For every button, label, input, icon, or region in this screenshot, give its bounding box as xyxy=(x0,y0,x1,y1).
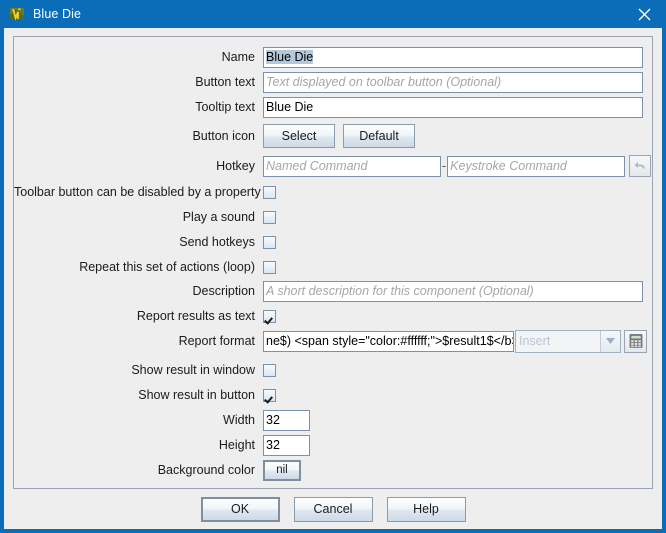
disable-by-property-checkbox[interactable] xyxy=(263,186,276,199)
close-icon[interactable] xyxy=(622,0,666,28)
label-report-format: Report format xyxy=(14,334,263,348)
report-as-text-checkbox[interactable] xyxy=(263,310,276,323)
play-sound-checkbox[interactable] xyxy=(263,211,276,224)
form-row-button-icon: Button icon Select Default xyxy=(14,124,652,148)
label-name: Name xyxy=(14,50,263,64)
hotkey-keystroke-placeholder: Keystroke Command xyxy=(450,159,567,173)
height-input[interactable]: 32 xyxy=(263,435,310,456)
hotkey-named-placeholder: Named Command xyxy=(266,159,367,173)
form-row-description: Description A short description for this… xyxy=(14,279,652,303)
width-value: 32 xyxy=(266,413,280,427)
default-icon-button[interactable]: Default xyxy=(343,124,415,148)
label-background-color: Background color xyxy=(14,463,263,477)
name-input[interactable]: Blue Die xyxy=(263,47,643,68)
label-show-result-button: Show result in button xyxy=(14,388,263,402)
app-icon xyxy=(9,6,25,22)
label-hotkey: Hotkey xyxy=(14,159,263,173)
label-disable-by-property: Toolbar button can be disabled by a prop… xyxy=(14,185,263,199)
form-row-play-sound: Play a sound xyxy=(14,205,652,229)
ok-button[interactable]: OK xyxy=(201,497,280,522)
form-row-send-hotkeys: Send hotkeys xyxy=(14,230,652,254)
background-color-button[interactable]: nil xyxy=(263,460,301,481)
show-result-window-checkbox[interactable] xyxy=(263,364,276,377)
form-row-repeat-loop: Repeat this set of actions (loop) xyxy=(14,255,652,279)
calculator-icon[interactable] xyxy=(624,330,647,353)
button-text-input[interactable]: Text displayed on toolbar button (Option… xyxy=(263,72,643,93)
form-row-show-result-window: Show result in window xyxy=(14,358,652,382)
report-format-value: ne$) <span style="color:#ffffff;">$resul… xyxy=(266,334,514,348)
form-row-disable-by-property: Toolbar button can be disabled by a prop… xyxy=(14,180,652,204)
show-result-button-checkbox[interactable] xyxy=(263,389,276,402)
form-row-show-result-button: Show result in button xyxy=(14,383,652,407)
tooltip-text-value: Blue Die xyxy=(266,100,313,114)
title-bar: Blue Die xyxy=(0,0,666,28)
width-input[interactable]: 32 xyxy=(263,410,310,431)
label-button-text: Button text xyxy=(14,75,263,89)
form-row-report-format: Report format ne$) <span style="color:#f… xyxy=(14,329,652,353)
repeat-loop-checkbox[interactable] xyxy=(263,261,276,274)
form-row-height: Height 32 xyxy=(14,433,652,457)
insert-dropdown[interactable]: Insert xyxy=(515,330,621,353)
label-description: Description xyxy=(14,284,263,298)
label-send-hotkeys: Send hotkeys xyxy=(14,235,263,249)
description-placeholder: A short description for this component (… xyxy=(266,284,534,298)
label-show-result-window: Show result in window xyxy=(14,363,263,377)
window-title: Blue Die xyxy=(33,7,81,21)
form-row-name: Name Blue Die xyxy=(14,45,652,69)
label-button-icon: Button icon xyxy=(14,129,263,143)
select-icon-button[interactable]: Select xyxy=(263,124,335,148)
label-height: Height xyxy=(14,438,263,452)
dialog-button-bar: OK Cancel Help xyxy=(4,489,662,529)
undo-icon[interactable] xyxy=(629,155,651,177)
label-report-as-text: Report results as text xyxy=(14,309,263,323)
form-row-report-as-text: Report results as text xyxy=(14,304,652,328)
tooltip-text-input[interactable]: Blue Die xyxy=(263,97,643,118)
report-format-input[interactable]: ne$) <span style="color:#ffffff;">$resul… xyxy=(263,331,514,352)
label-width: Width xyxy=(14,413,263,427)
hotkey-named-command-input[interactable]: Named Command xyxy=(263,156,441,177)
form-row-button-text: Button text Text displayed on toolbar bu… xyxy=(14,70,652,94)
insert-dropdown-value: Insert xyxy=(516,331,601,352)
cancel-button[interactable]: Cancel xyxy=(294,497,373,522)
form-row-tooltip-text: Tooltip text Blue Die xyxy=(14,95,652,119)
dialog-client: Name Blue Die Button text Text displayed… xyxy=(4,28,662,529)
description-input[interactable]: A short description for this component (… xyxy=(263,281,643,302)
help-button[interactable]: Help xyxy=(387,497,466,522)
label-play-sound: Play a sound xyxy=(14,210,263,224)
form-row-width: Width 32 xyxy=(14,408,652,432)
dialog-window: Blue Die Name Blue Die Button text xyxy=(0,0,666,533)
form-row-background-color: Background color nil xyxy=(14,458,652,482)
chevron-down-icon xyxy=(601,331,620,352)
settings-form: Name Blue Die Button text Text displayed… xyxy=(13,36,653,489)
label-repeat-loop: Repeat this set of actions (loop) xyxy=(14,260,263,274)
form-row-hotkey: Hotkey Named Command - Keystroke Command xyxy=(14,154,652,178)
send-hotkeys-checkbox[interactable] xyxy=(263,236,276,249)
hotkey-keystroke-input[interactable]: Keystroke Command xyxy=(447,156,625,177)
button-text-placeholder: Text displayed on toolbar button (Option… xyxy=(266,75,501,89)
name-input-value: Blue Die xyxy=(266,50,313,64)
label-tooltip-text: Tooltip text xyxy=(14,100,263,114)
height-value: 32 xyxy=(266,438,280,452)
window-body: Name Blue Die Button text Text displayed… xyxy=(0,28,666,533)
